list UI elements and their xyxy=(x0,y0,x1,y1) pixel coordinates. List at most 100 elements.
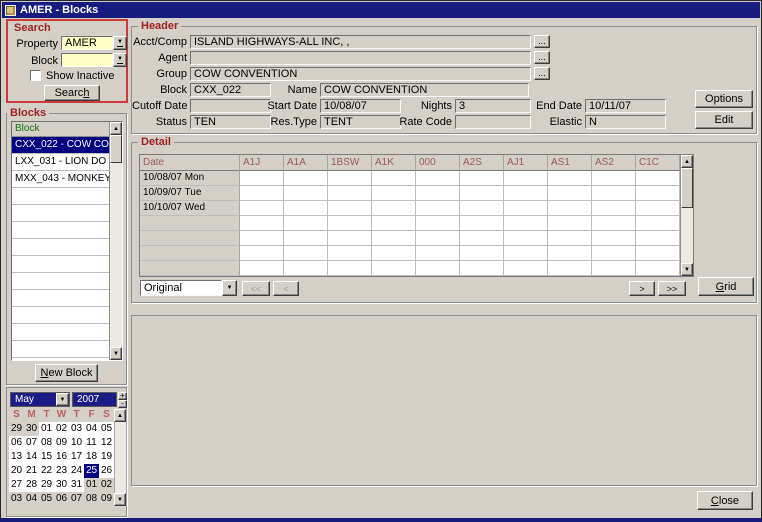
scroll-down-icon[interactable]: ▼ xyxy=(110,347,122,360)
calendar-day[interactable]: 27 xyxy=(9,478,24,492)
res-type-field[interactable]: TENT xyxy=(320,115,401,129)
close-button[interactable]: Close xyxy=(697,491,753,510)
detail-cell[interactable] xyxy=(460,246,504,261)
new-block-button[interactable]: New Block xyxy=(35,364,98,382)
detail-cell[interactable] xyxy=(460,216,504,231)
detail-cell[interactable] xyxy=(328,216,372,231)
detail-cell[interactable] xyxy=(372,246,416,261)
calendar-day[interactable]: 10 xyxy=(69,436,84,450)
detail-cell[interactable] xyxy=(416,216,460,231)
block-list-item[interactable]: CXX_022 - COW CONVEN xyxy=(12,137,109,154)
calendar-day[interactable]: 23 xyxy=(54,464,69,478)
calendar-day[interactable]: 16 xyxy=(54,450,69,464)
detail-cell[interactable] xyxy=(284,186,328,201)
calendar-day[interactable]: 12 xyxy=(99,436,114,450)
detail-date-cell[interactable] xyxy=(140,216,240,231)
calendar-day[interactable]: 22 xyxy=(39,464,54,478)
calendar-next-month-icon[interactable]: ▼ xyxy=(114,493,126,506)
calendar-day[interactable]: 25 xyxy=(84,464,99,478)
detail-cell[interactable] xyxy=(548,171,592,186)
detail-cell[interactable] xyxy=(240,186,284,201)
calendar-day[interactable]: 31 xyxy=(69,478,84,492)
calendar-day[interactable]: 05 xyxy=(99,422,114,436)
group-field[interactable]: COW CONVENTION xyxy=(190,67,531,81)
detail-cell[interactable] xyxy=(460,201,504,216)
calendar-day[interactable]: 21 xyxy=(24,464,39,478)
scrollbar-thumb[interactable] xyxy=(110,135,122,163)
last-page-button[interactable]: >> xyxy=(658,281,686,296)
detail-cell[interactable] xyxy=(416,201,460,216)
detail-cell[interactable] xyxy=(460,231,504,246)
calendar-day[interactable]: 26 xyxy=(99,464,114,478)
block-list-item[interactable]: LXX_031 - LION DO xyxy=(12,154,109,171)
calendar-day[interactable]: 07 xyxy=(24,436,39,450)
detail-cell[interactable] xyxy=(416,261,460,276)
detail-cell[interactable] xyxy=(284,216,328,231)
detail-cell[interactable] xyxy=(548,246,592,261)
block-list-item[interactable] xyxy=(12,290,109,307)
detail-cell[interactable] xyxy=(284,201,328,216)
detail-cell[interactable] xyxy=(504,231,548,246)
detail-cell[interactable] xyxy=(328,186,372,201)
block-list-item[interactable] xyxy=(12,205,109,222)
detail-cell[interactable] xyxy=(372,216,416,231)
detail-cell[interactable] xyxy=(372,171,416,186)
calendar-day[interactable]: 03 xyxy=(69,422,84,436)
detail-cell[interactable] xyxy=(460,261,504,276)
calendar-day[interactable]: 06 xyxy=(54,492,69,506)
detail-cell[interactable] xyxy=(372,186,416,201)
block-list-item[interactable] xyxy=(12,256,109,273)
detail-cell[interactable] xyxy=(240,201,284,216)
detail-cell[interactable] xyxy=(636,261,680,276)
first-page-button[interactable]: << xyxy=(242,281,270,296)
agent-ellipsis-button[interactable]: ... xyxy=(534,51,550,64)
detail-cell[interactable] xyxy=(636,231,680,246)
calendar-day[interactable]: 15 xyxy=(39,450,54,464)
options-button[interactable]: Options xyxy=(695,90,753,108)
calendar-day[interactable]: 29 xyxy=(39,478,54,492)
detail-cell[interactable] xyxy=(636,216,680,231)
block-list-item[interactable] xyxy=(12,188,109,205)
block-list-item[interactable] xyxy=(12,239,109,256)
detail-cell[interactable] xyxy=(416,171,460,186)
calendar-prev-month-icon[interactable]: ▲ xyxy=(114,409,126,422)
blocks-list-scrollbar[interactable]: ▲ ▼ xyxy=(109,122,122,360)
detail-cell[interactable] xyxy=(504,171,548,186)
detail-date-cell[interactable] xyxy=(140,261,240,276)
calendar-scrollbar[interactable] xyxy=(114,409,127,506)
agent-field[interactable] xyxy=(190,51,531,65)
detail-cell[interactable] xyxy=(328,246,372,261)
calendar-day[interactable]: 01 xyxy=(84,478,99,492)
detail-cell[interactable] xyxy=(372,261,416,276)
detail-cell[interactable] xyxy=(240,216,284,231)
calendar-day[interactable]: 20 xyxy=(9,464,24,478)
detail-cell[interactable] xyxy=(240,261,284,276)
block-lov-button[interactable]: ▼ xyxy=(113,53,127,67)
detail-cell[interactable] xyxy=(592,246,636,261)
detail-cell[interactable] xyxy=(636,171,680,186)
block-list-item[interactable] xyxy=(12,307,109,324)
calendar-day[interactable]: 09 xyxy=(54,436,69,450)
detail-cell[interactable] xyxy=(548,231,592,246)
calendar-day[interactable]: 28 xyxy=(24,478,39,492)
calendar-day[interactable]: 08 xyxy=(39,436,54,450)
detail-cell[interactable] xyxy=(240,231,284,246)
detail-cell[interactable] xyxy=(416,246,460,261)
detail-cell[interactable] xyxy=(284,261,328,276)
view-selector[interactable]: Original xyxy=(140,280,222,296)
calendar-day[interactable]: 02 xyxy=(54,422,69,436)
detail-cell[interactable] xyxy=(284,231,328,246)
acct-comp-field[interactable]: ISLAND HIGHWAYS-ALL INC, , xyxy=(190,35,531,49)
block-list-item[interactable] xyxy=(12,341,109,358)
property-lov-button[interactable]: ▼ xyxy=(113,36,127,50)
detail-cell[interactable] xyxy=(460,171,504,186)
calendar-year-field[interactable]: 2007 xyxy=(72,392,117,407)
detail-cell[interactable] xyxy=(328,261,372,276)
scrollbar-thumb[interactable] xyxy=(681,168,693,208)
detail-cell[interactable] xyxy=(504,216,548,231)
calendar-day[interactable]: 30 xyxy=(24,422,39,436)
start-date-field[interactable]: 10/08/07 xyxy=(320,99,401,113)
detail-cell[interactable] xyxy=(636,246,680,261)
property-input[interactable]: AMER xyxy=(61,36,113,50)
name-field[interactable]: COW CONVENTION xyxy=(320,83,529,97)
